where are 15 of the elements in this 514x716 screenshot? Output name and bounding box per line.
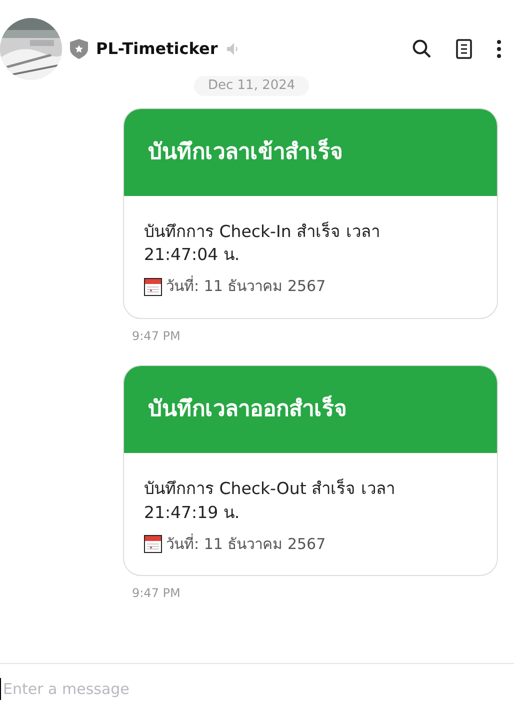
date-separator: Dec 11, 2024 <box>194 76 310 96</box>
message-text: บันทึกการ Check-In สำเร็จ เวลา 21:47:04 น. <box>144 220 381 266</box>
menu-button[interactable] <box>496 39 502 59</box>
chat-title: PL-Timeticker <box>96 38 218 60</box>
search-button[interactable] <box>412 39 432 59</box>
message-title: บันทึกเวลาออกสำเร็จ <box>124 366 497 453</box>
message-date: วันที่: 11 ธันวาคม 2567 <box>166 275 326 298</box>
message-time: 9:47 PM <box>132 585 182 602</box>
message-date: วันที่: 11 ธันวาคม 2567 <box>166 532 326 555</box>
calendar-icon <box>144 278 162 296</box>
message-title: บันทึกเวลาเข้าสำเร็จ <box>124 108 497 196</box>
calendar-icon <box>144 534 162 553</box>
notes-button[interactable] <box>456 39 472 59</box>
message-time: 9:47 PM <box>132 328 182 345</box>
message-text: บันทึกการ Check-Out สำเร็จ เวลา 21:47:19 น. <box>144 478 396 524</box>
